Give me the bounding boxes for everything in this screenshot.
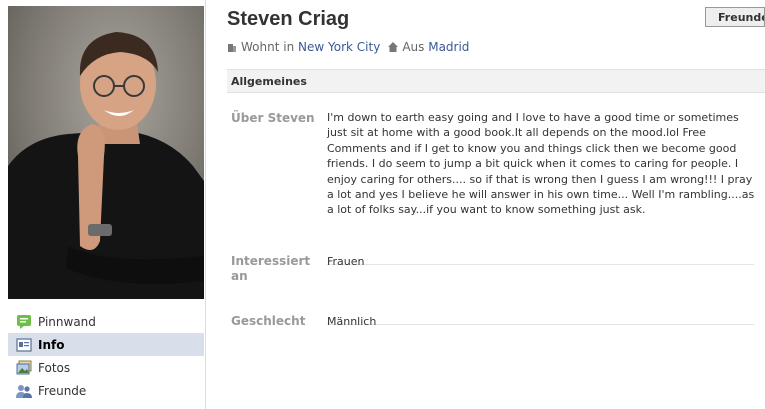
profile-subline: Wohnt in New York City Aus Madrid — [227, 40, 469, 54]
wall-icon — [17, 314, 31, 329]
photos-icon — [16, 360, 32, 374]
nav-item-label: Info — [38, 337, 65, 352]
section-header-general: Allgemeines — [227, 69, 765, 93]
nav-item-freunde[interactable]: Freunde — [8, 379, 204, 402]
lives-in-label: Wohnt in — [241, 40, 295, 54]
nav-item-fotos[interactable]: Fotos — [8, 356, 204, 379]
about-label: Über Steven — [231, 111, 315, 125]
nav-item-label: Fotos — [38, 360, 71, 375]
nav-item-label: Pinnwand — [38, 314, 96, 329]
gender-label: Geschlecht — [231, 314, 306, 328]
nav-item-pinnwand[interactable]: Pinnwand — [8, 310, 204, 333]
hometown-link[interactable]: Madrid — [428, 40, 469, 54]
hometown-label: Aus — [402, 40, 425, 54]
profile-photo-image — [8, 6, 204, 299]
building-icon — [228, 44, 236, 52]
home-icon — [388, 42, 399, 52]
friends-icon — [16, 384, 32, 398]
add-friend-label: Freunde — [718, 10, 765, 24]
left-column: Pinnwand Info Fotos Freunde — [0, 0, 206, 409]
info-icon — [16, 337, 32, 352]
interested-in-value: Frauen — [327, 255, 365, 268]
nav-item-info[interactable]: Info — [8, 333, 204, 356]
lives-in-link[interactable]: New York City — [298, 40, 380, 54]
add-friend-button[interactable]: Freunde — [705, 7, 765, 27]
gender-value: Männlich — [327, 315, 377, 328]
interested-in-label: Interessiert an — [231, 254, 311, 283]
profile-name: Steven Criag — [227, 8, 350, 30]
profile-nav: Pinnwand Info Fotos Freunde — [8, 310, 204, 402]
nav-item-label: Freunde — [38, 383, 87, 398]
about-text: I'm down to earth easy going and I love … — [327, 111, 755, 217]
profile-photo[interactable] — [8, 6, 204, 299]
